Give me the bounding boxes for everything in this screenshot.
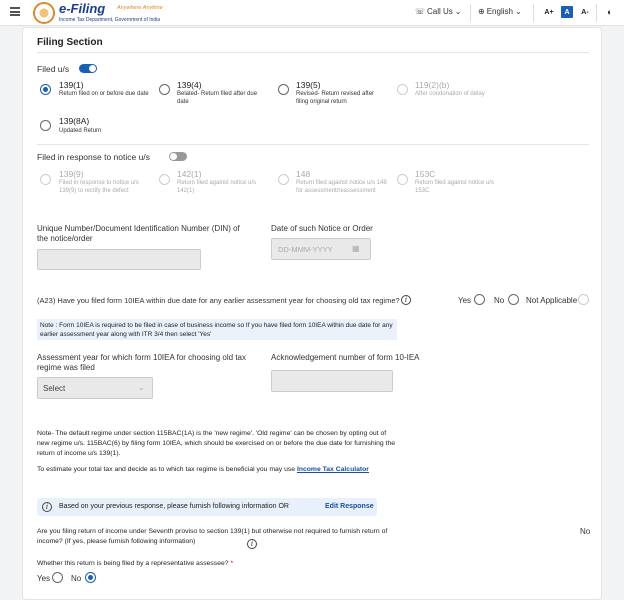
notice-option-desc: Return filed against notice u/s 148 for …	[296, 180, 387, 194]
notice-label: Filed in response to notice u/s	[37, 152, 150, 162]
a23-yes-label: Yes	[458, 296, 472, 305]
call-us-dropdown[interactable]: ☏ Call Us ⌄	[415, 7, 462, 16]
option-desc: Return filed on or before due date	[59, 91, 149, 97]
option-desc: Revised- Return revised after filing ori…	[296, 91, 375, 105]
logo-subtitle: Income Tax Department, Government of Ind…	[59, 17, 161, 23]
a23-na-radio[interactable]	[578, 294, 589, 305]
radio-139-8a[interactable]	[40, 120, 51, 131]
seventh-proviso-answer: No	[580, 527, 591, 536]
notice-option-desc: Return filed against notice u/s 142(1)	[177, 180, 257, 194]
font-decrease-button[interactable]: A-	[579, 6, 591, 18]
chevron-down-icon: ⌄	[454, 7, 462, 16]
notice-toggle[interactable]	[169, 152, 187, 161]
option-desc: Belated- Return filed after due date	[177, 91, 258, 105]
radio-139-4[interactable]	[159, 84, 170, 95]
filed-us-label: Filed u/s	[37, 64, 70, 74]
radio-139-1[interactable]	[40, 84, 51, 95]
notice-option-title: 139(9)	[59, 169, 84, 179]
section-title: Filing Section	[37, 37, 103, 48]
option-desc: After condonation of delay	[415, 91, 485, 97]
edit-response-link[interactable]: Edit Response	[325, 503, 374, 510]
income-tax-calculator-link[interactable]: Income Tax Calculator	[297, 466, 369, 473]
seventh-proviso-question: Are you filing return of income under Se…	[37, 528, 388, 545]
a23-question: (A23) Have you filed form 10IEA within d…	[37, 296, 400, 305]
language-dropdown[interactable]: ⊕ English ⌄	[478, 7, 522, 16]
notice-option-desc: Filed in response to notice u/s 139(9) t…	[59, 180, 139, 194]
notice-option-title: 148	[296, 169, 311, 179]
estimate-text: To estimate your total tax and decide as…	[37, 466, 296, 473]
radio-139-5[interactable]	[278, 84, 289, 95]
rep-no-radio[interactable]	[85, 572, 96, 583]
info-text: Based on your previous response, please …	[59, 503, 289, 510]
date-input[interactable]: DD-MMM-YYYY ▦	[271, 238, 371, 260]
option-title: 139(1)	[59, 80, 84, 90]
option-title: 139(4)	[177, 80, 202, 90]
a23-no-label: No	[494, 296, 505, 305]
logo-title[interactable]: e-Filing	[59, 1, 105, 16]
radio-119-2-b[interactable]	[397, 84, 408, 95]
radio-142-1[interactable]	[159, 174, 170, 185]
notice-option-title: 153C	[415, 169, 436, 179]
option-title: 119(2)(b)	[415, 80, 450, 90]
top-bar: e-Filing Anywhere Anytime Income Tax Dep…	[0, 0, 624, 26]
notice-option-desc: Return filed against notice u/s 153C	[415, 180, 495, 194]
option-title: 139(5)	[296, 80, 321, 90]
regime-note: Note- The default regime under section 1…	[37, 430, 396, 457]
logo-tagline: Anywhere Anytime	[117, 5, 163, 11]
info-icon: i	[42, 502, 52, 512]
chevron-down-icon: ⌄	[138, 383, 145, 392]
option-desc: Updated Return	[59, 128, 102, 134]
contrast-icon[interactable]: ◐	[604, 6, 616, 18]
a23-no-radio[interactable]	[508, 294, 519, 305]
date-placeholder: DD-MMM-YYYY	[278, 245, 333, 254]
din-label: Unique Number/Document Identification Nu…	[37, 224, 240, 243]
rep-yes-radio[interactable]	[52, 572, 63, 583]
ay-label: Assessment year for which form 10IEA for…	[37, 353, 246, 372]
rep-yes-label: Yes	[37, 574, 51, 583]
a23-note: Note : Form 10IEA is required to be file…	[37, 319, 397, 340]
globe-icon: ⊕	[478, 7, 485, 16]
radio-148[interactable]	[278, 174, 289, 185]
ay-select[interactable]: Select ⌄	[37, 377, 153, 399]
din-input[interactable]	[37, 249, 201, 270]
rep-no-label: No	[71, 574, 82, 583]
rep-assessee-question: Whether this return is being filed by a …	[37, 560, 229, 567]
font-normal-button[interactable]: A	[561, 6, 573, 18]
notice-option-title: 142(1)	[177, 169, 202, 179]
filing-section-card: Filing Section Filed u/s 139(1) Return f…	[22, 27, 602, 600]
hamburger-menu-icon[interactable]	[10, 7, 20, 16]
font-increase-button[interactable]: A+	[543, 6, 555, 18]
phone-icon: ☏	[415, 7, 426, 16]
emblem-logo	[33, 2, 55, 24]
filed-us-toggle[interactable]	[79, 64, 97, 73]
info-icon[interactable]: i	[401, 295, 411, 305]
calendar-icon[interactable]: ▦	[352, 244, 360, 253]
estimate-line: To estimate your total tax and decide as…	[37, 465, 369, 475]
ack-label: Acknowledgement number of form 10-IEA	[271, 353, 420, 362]
a23-na-label: Not Applicable	[526, 296, 578, 305]
call-us-label: Call Us	[427, 7, 453, 16]
rep-assessee-line: Whether this return is being filed by a …	[37, 559, 233, 569]
ay-select-value: Select	[43, 384, 66, 393]
option-title: 139(8A)	[59, 116, 90, 126]
radio-139-9[interactable]	[40, 174, 51, 185]
ack-input[interactable]	[271, 370, 393, 392]
date-label: Date of such Notice or Order	[271, 224, 373, 233]
chevron-down-icon: ⌄	[514, 7, 522, 16]
info-banner: i Based on your previous response, pleas…	[37, 498, 377, 516]
radio-153c[interactable]	[397, 174, 408, 185]
required-marker: *	[230, 560, 234, 567]
a23-yes-radio[interactable]	[474, 294, 485, 305]
info-icon[interactable]: i	[247, 539, 257, 549]
language-label: English	[486, 7, 513, 16]
